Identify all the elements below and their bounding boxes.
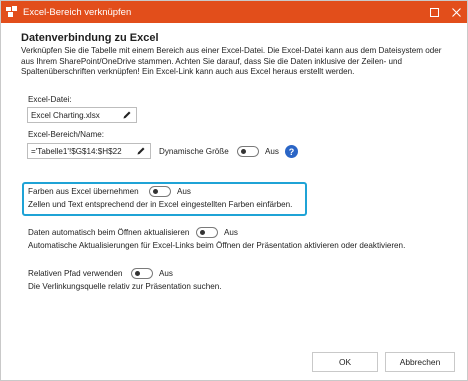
toggle-knob	[241, 149, 246, 154]
excel-range-label: Excel-Bereich/Name:	[28, 130, 105, 139]
colors-option-toggle[interactable]	[149, 186, 171, 197]
help-icon[interactable]: ?	[285, 145, 298, 158]
excel-range-value: ='Tabelle1'!$G$14:$H$22	[31, 146, 122, 156]
close-icon	[451, 7, 461, 17]
relative-path-state: Aus	[159, 269, 173, 278]
dialog-window: Excel-Bereich verknüpfen Datenverbindung…	[0, 0, 468, 381]
colors-option-label: Farben aus Excel übernehmen	[28, 187, 139, 196]
cancel-button[interactable]: Abbrechen	[385, 352, 455, 372]
relative-path-label: Relativen Pfad verwenden	[28, 269, 123, 278]
ok-button[interactable]: OK	[312, 352, 378, 372]
excel-range-field[interactable]: ='Tabelle1'!$G$14:$H$22	[27, 143, 151, 159]
title-bar: Excel-Bereich verknüpfen	[1, 1, 467, 23]
dynamic-size-label: Dynamische Größe	[159, 147, 229, 156]
close-button[interactable]	[445, 1, 467, 23]
relative-path-toggle[interactable]	[131, 268, 153, 279]
dynamic-size-state: Aus	[265, 147, 279, 156]
relative-path-description: Die Verlinkungsquelle relativ zur Präsen…	[28, 282, 222, 291]
excel-file-field[interactable]: Excel Charting.xlsx	[27, 107, 137, 123]
colors-option-state: Aus	[177, 187, 191, 196]
app-icon	[1, 6, 23, 18]
auto-update-description: Automatische Aktualisierungen für Excel-…	[28, 241, 406, 250]
toggle-knob	[153, 189, 158, 194]
edit-file-pencil-icon[interactable]	[122, 110, 132, 122]
auto-update-label: Daten automatisch beim Öffnen aktualisie…	[28, 228, 190, 237]
maximize-button[interactable]	[423, 1, 445, 23]
section-heading: Datenverbindung zu Excel	[21, 32, 159, 44]
excel-file-value: Excel Charting.xlsx	[31, 110, 100, 120]
auto-update-state: Aus	[224, 228, 238, 237]
excel-file-label: Excel-Datei:	[28, 95, 72, 104]
toggle-knob	[200, 230, 205, 235]
window-title: Excel-Bereich verknüpfen	[23, 6, 132, 18]
edit-range-pencil-icon[interactable]	[136, 146, 146, 158]
maximize-icon	[429, 7, 439, 17]
section-description: Verknüpfen Sie die Tabelle mit einem Ber…	[21, 46, 442, 76]
auto-update-toggle[interactable]	[196, 227, 218, 238]
dynamic-size-toggle[interactable]	[237, 146, 259, 157]
toggle-knob	[135, 271, 140, 276]
colors-option-description: Zellen und Text entsprechend der in Exce…	[28, 200, 293, 209]
connection-section: Datenverbindung zu Excel Verknüpfen Sie …	[21, 32, 451, 77]
